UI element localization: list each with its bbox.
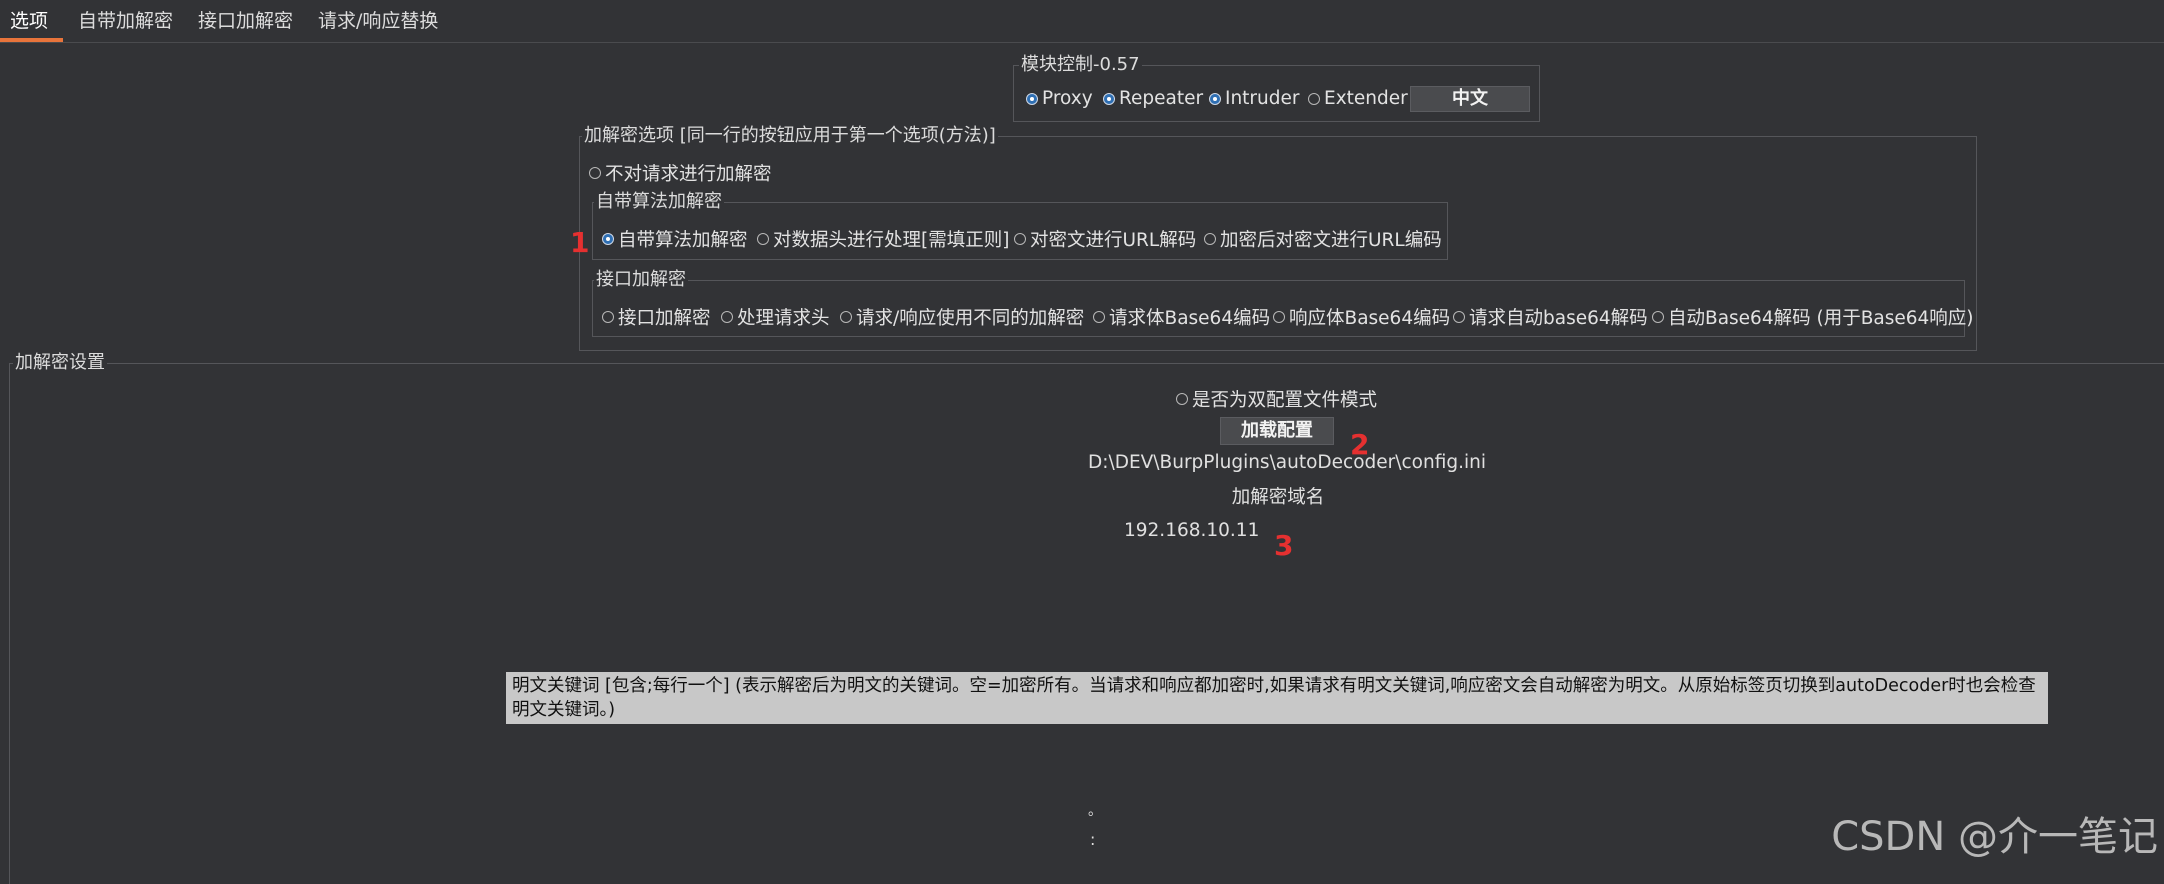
radio-checked-icon <box>602 233 614 245</box>
plaintext-keyword-note: 明文关键词 [包含;每行一个] (表示解密后为明文的关键词。空=加密所有。当请求… <box>506 672 2048 724</box>
radio-unchecked-icon <box>721 311 733 323</box>
dual-config-mode-radio[interactable]: 是否为双配置文件模式 <box>1176 386 1377 412</box>
radio-checked-icon <box>1103 92 1115 105</box>
tab-request-response-replace[interactable]: 请求/响应替换 <box>318 0 438 42</box>
radio-unchecked-icon <box>1093 311 1105 323</box>
no-crypto-radio[interactable]: 不对请求进行加解密 <box>589 160 772 186</box>
tab-options[interactable]: 选项 <box>10 0 48 42</box>
radio-unchecked-icon <box>1176 393 1188 405</box>
config-path: D:\DEV\BurpPlugins\autoDecoder\config.in… <box>1088 452 1487 473</box>
radio-unchecked-icon <box>589 167 601 179</box>
module-repeater-checkbox[interactable]: Repeater <box>1103 88 1203 109</box>
radio-unchecked-icon <box>1273 311 1285 323</box>
tab-api-crypto[interactable]: 接口加解密 <box>198 0 293 42</box>
radio-unchecked-icon <box>1652 311 1664 323</box>
radio-unchecked-icon <box>1204 233 1216 245</box>
crypto-options-legend: 加解密选项 [同一行的按钮应用于第一个选项(方法)] <box>582 125 998 147</box>
radio-unchecked-icon <box>1014 233 1026 245</box>
api-crypto-legend: 接口加解密 <box>594 269 688 291</box>
tab-bar: 选项 自带加解密 接口加解密 请求/响应替换 <box>0 0 2164 43</box>
tab-builtin-crypto[interactable]: 自带加解密 <box>78 0 173 42</box>
crypto-settings-legend: 加解密设置 <box>13 352 107 374</box>
load-config-button[interactable]: 加载配置 <box>1220 417 1334 445</box>
builtin-crypto-radio[interactable]: 自带算法加解密 <box>602 226 748 252</box>
domain-label: 加解密域名 <box>1231 487 1325 508</box>
api-crypto-radio[interactable]: 接口加解密 <box>602 304 711 330</box>
radio-checked-icon <box>1026 92 1038 105</box>
active-tab-indicator <box>0 38 63 42</box>
process-header-regex-radio[interactable]: 对数据头进行处理[需填正则] <box>757 226 1009 252</box>
csdn-watermark: CSDN @介一笔记 <box>1831 814 2158 860</box>
radio-unchecked-icon <box>757 233 769 245</box>
domain-value[interactable]: 192.168.10.11 <box>1124 520 1259 541</box>
radio-unchecked-icon <box>1453 311 1465 323</box>
process-request-header-radio[interactable]: 处理请求头 <box>721 304 830 330</box>
module-extender-checkbox[interactable]: Extender <box>1308 88 1408 109</box>
response-body-base64-radio[interactable]: 响应体Base64编码 <box>1273 304 1450 330</box>
dot-text: 。 <box>1088 803 1102 819</box>
colon-text: : <box>1090 830 1096 849</box>
language-button[interactable]: 中文 <box>1410 86 1530 112</box>
module-control-legend: 模块控制-0.57 <box>1019 54 1142 76</box>
module-intruder-checkbox[interactable]: Intruder <box>1209 88 1300 109</box>
auto-base64-decode-response-radio[interactable]: 自动Base64解码 (用于Base64响应) <box>1652 304 1974 330</box>
annotation-marker-3: 3 <box>1274 529 1294 562</box>
request-body-base64-radio[interactable]: 请求体Base64编码 <box>1093 304 1270 330</box>
builtin-crypto-legend: 自带算法加解密 <box>594 191 724 213</box>
radio-unchecked-icon <box>1308 92 1320 105</box>
radio-unchecked-icon <box>602 311 614 323</box>
radio-unchecked-icon <box>840 311 852 323</box>
annotation-marker-1: 1 <box>570 226 590 259</box>
request-auto-base64-decode-radio[interactable]: 请求自动base64解码 <box>1453 304 1648 330</box>
different-crypto-radio[interactable]: 请求/响应使用不同的加解密 <box>840 304 1084 330</box>
module-proxy-checkbox[interactable]: Proxy <box>1026 88 1093 109</box>
url-encode-after-encrypt-radio[interactable]: 加密后对密文进行URL编码 <box>1204 226 1442 252</box>
radio-checked-icon <box>1209 92 1221 105</box>
ciphertext-url-decode-radio[interactable]: 对密文进行URL解码 <box>1014 226 1196 252</box>
